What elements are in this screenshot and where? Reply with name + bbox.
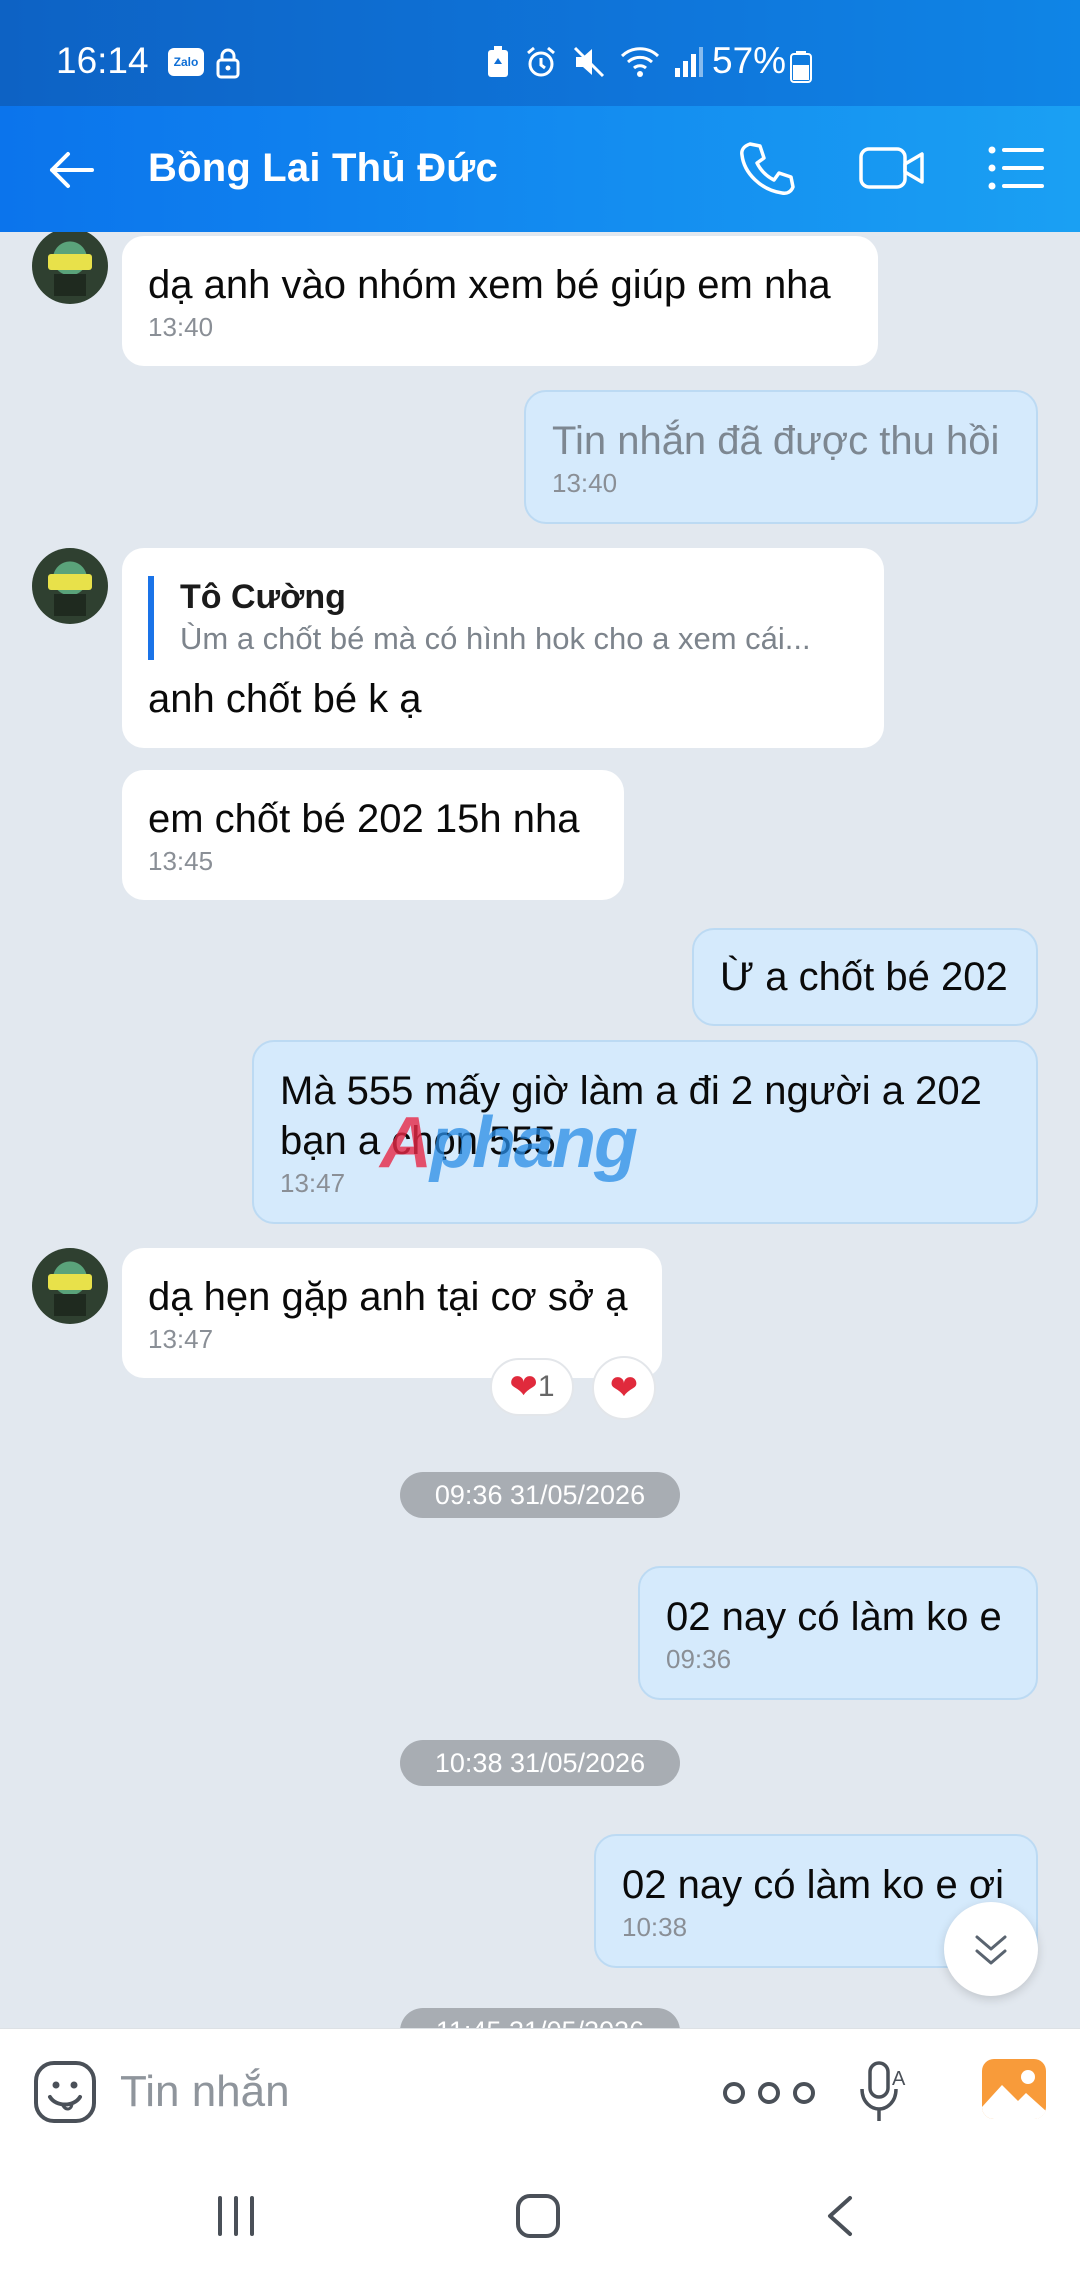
- message-time: 13:45: [148, 846, 214, 876]
- message-bubble-outgoing[interactable]: Ừ a chốt bé 202: [692, 928, 1038, 1026]
- message-text: 02 nay có làm ko e: [666, 1595, 1002, 1639]
- message-bubble-incoming[interactable]: em chốt bé 202 15h nha 13:45: [122, 770, 624, 900]
- quoted-sender: Tô Cường: [180, 578, 346, 616]
- message-text: Tin nhắn đã được thu hồi: [552, 419, 1000, 463]
- alarm-icon: [527, 46, 555, 77]
- message-text: 02 nay có làm ko e ơi: [622, 1863, 1004, 1907]
- message-composer: A: [0, 2028, 1080, 2156]
- avatar[interactable]: [32, 548, 108, 624]
- message-bubble-incoming[interactable]: dạ hẹn gặp anh tại cơ sở ạ 13:47: [122, 1248, 662, 1378]
- recent-apps-icon[interactable]: [212, 2194, 260, 2238]
- date-separator: 10:38 31/05/2026: [400, 1740, 680, 1786]
- scroll-to-bottom-button[interactable]: [944, 1902, 1038, 1996]
- more-options-icon[interactable]: [714, 2071, 824, 2115]
- status-time: 16:14: [56, 40, 149, 81]
- svg-text:A: A: [892, 2068, 906, 2090]
- message-text: Ừ a chốt bé 202: [720, 955, 1008, 999]
- video-call-icon[interactable]: [858, 142, 926, 194]
- reaction-count: 1: [537, 1370, 555, 1403]
- status-icons: [486, 42, 704, 82]
- quoted-message[interactable]: Tô Cường Ùm a chốt bé mà có hình hok cho…: [148, 576, 858, 660]
- sticker-icon[interactable]: [32, 2059, 98, 2125]
- chat-header: Bồng Lai Thủ Đức: [0, 106, 1080, 232]
- message-text-line: bạn a chọn 555: [280, 1119, 556, 1163]
- battery-percent: 57%: [712, 40, 787, 81]
- double-chevron-down-icon: [975, 1935, 1007, 1965]
- home-icon[interactable]: [514, 2192, 562, 2240]
- back-arrow-icon[interactable]: [44, 142, 100, 198]
- zalo-notification-icon: Zalo: [168, 48, 204, 76]
- phone-icon[interactable]: [736, 138, 796, 198]
- avatar[interactable]: [32, 1248, 108, 1324]
- message-text-line: Mà 555 mấy giờ làm a đi 2 người a 202: [280, 1069, 982, 1113]
- heart-icon: ❤: [609, 1369, 639, 1407]
- message-text: dạ anh vào nhóm xem bé giúp em nha: [148, 263, 831, 307]
- lock-icon: [216, 46, 240, 88]
- chat-messages[interactable]: dạ anh vào nhóm xem bé giúp em nha 13:40…: [0, 232, 1080, 2028]
- heart-icon: ❤: [509, 1368, 538, 1406]
- message-bubble-outgoing[interactable]: Mà 555 mấy giờ làm a đi 2 người a 202 bạ…: [252, 1040, 1038, 1224]
- message-text: anh chốt bé k ạ: [148, 677, 422, 721]
- chat-title[interactable]: Bồng Lai Thủ Đức: [148, 146, 498, 191]
- nav-back-icon[interactable]: [822, 2192, 858, 2240]
- message-bubble-outgoing-recalled[interactable]: Tin nhắn đã được thu hồi 13:40: [524, 390, 1038, 524]
- message-text: em chốt bé 202 15h nha: [148, 797, 580, 841]
- message-bubble-outgoing[interactable]: 02 nay có làm ko e 09:36: [638, 1566, 1038, 1700]
- battery-icon: [790, 50, 812, 92]
- message-time: 13:40: [148, 312, 214, 342]
- battery-saver-icon: [488, 46, 508, 77]
- menu-list-icon[interactable]: [986, 142, 1044, 194]
- avatar[interactable]: [32, 232, 108, 304]
- date-separator: 11:45 31/05/2026: [400, 2008, 680, 2028]
- message-time: 13:47: [148, 1324, 214, 1354]
- system-navigation-bar: [0, 2156, 1080, 2280]
- image-gallery-icon[interactable]: [980, 2057, 1048, 2121]
- signal-icon: [675, 47, 703, 77]
- reaction-summary[interactable]: ❤ 1: [490, 1358, 574, 1416]
- status-bar: 16:14 Zalo 57%: [0, 0, 1080, 106]
- message-bubble-incoming-reply[interactable]: Tô Cường Ùm a chốt bé mà có hình hok cho…: [122, 548, 884, 748]
- mute-icon: [573, 46, 605, 78]
- react-button[interactable]: ❤: [592, 1356, 656, 1420]
- wifi-icon: [620, 47, 660, 77]
- message-time: 09:36: [666, 1644, 732, 1674]
- message-time: 13:47: [280, 1168, 346, 1198]
- quoted-text: Ùm a chốt bé mà có hình hok cho a xem cá…: [180, 621, 811, 656]
- message-text: dạ hẹn gặp anh tại cơ sở ạ: [148, 1275, 628, 1319]
- voice-to-text-icon[interactable]: A: [858, 2059, 912, 2125]
- message-bubble-incoming[interactable]: dạ anh vào nhóm xem bé giúp em nha 13:40: [122, 236, 878, 366]
- message-input[interactable]: [120, 2059, 680, 2125]
- message-time: 13:40: [552, 468, 618, 498]
- date-separator: 09:36 31/05/2026: [400, 1472, 680, 1518]
